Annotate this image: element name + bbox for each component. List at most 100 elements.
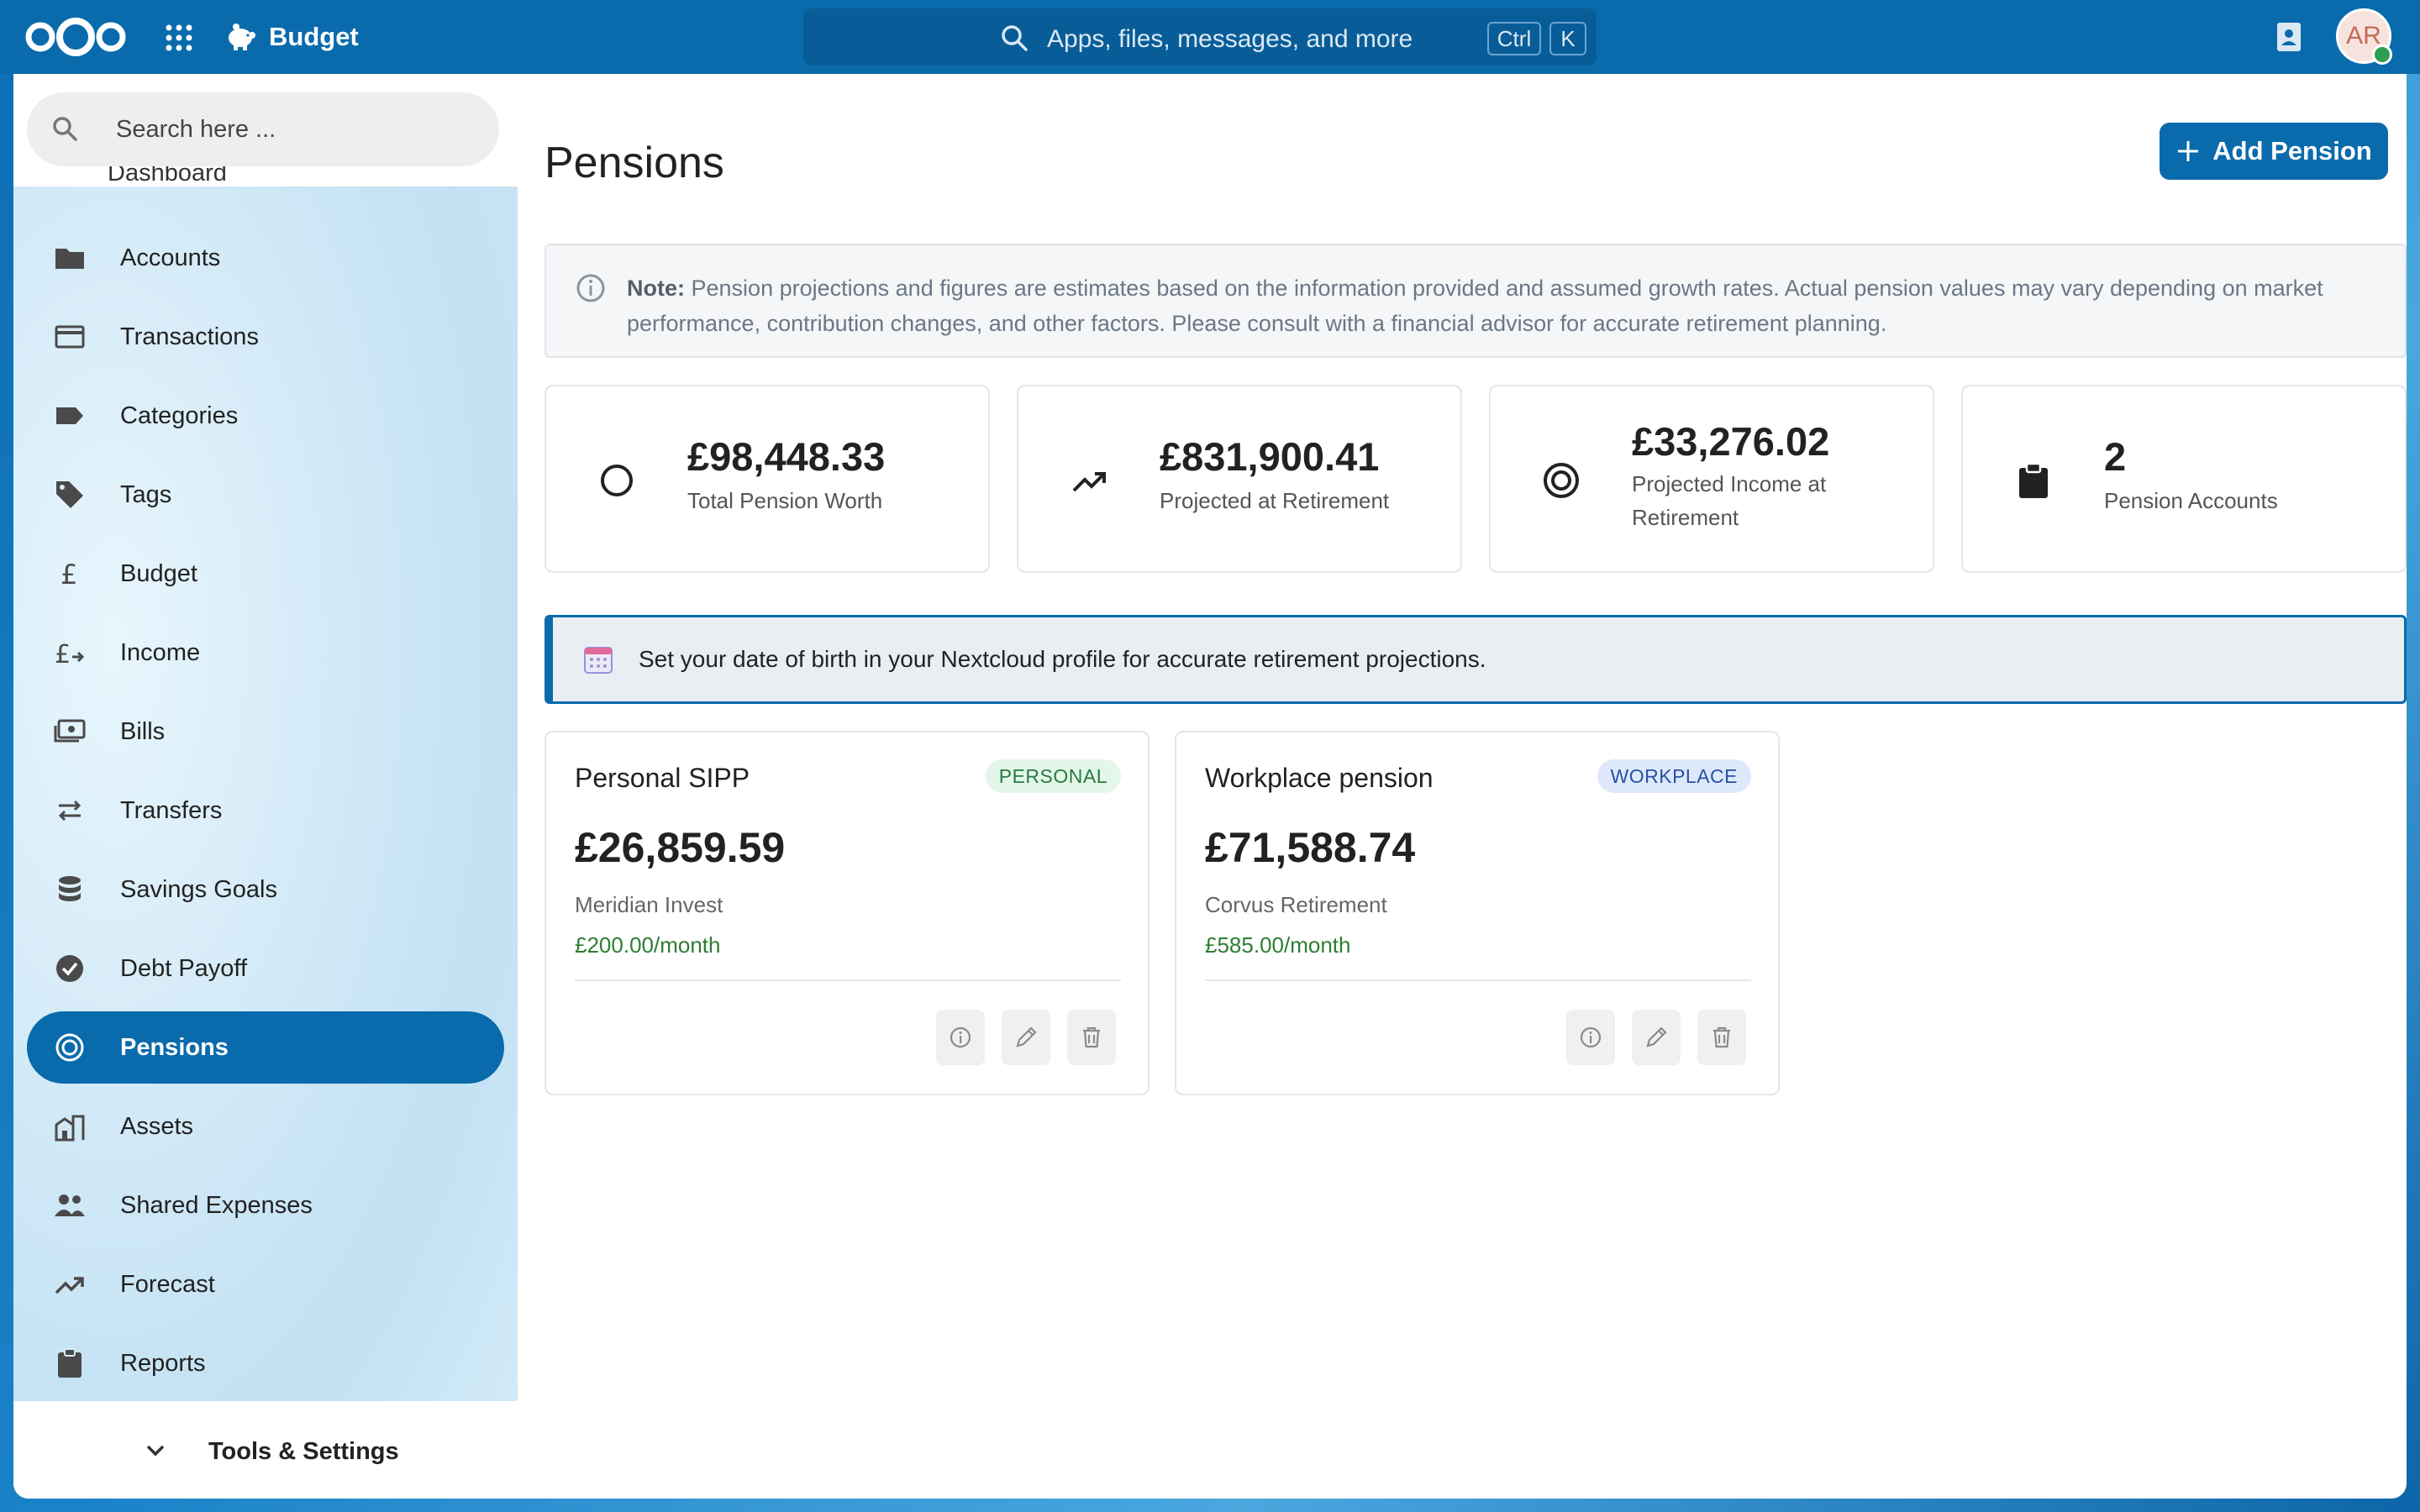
tools-settings-toggle[interactable]: Tools & Settings	[13, 1401, 518, 1499]
shortcut-k-key: K	[1549, 22, 1586, 55]
pension-value: £71,588.74	[1205, 824, 1416, 871]
check-circle-icon	[56, 955, 83, 982]
pension-value: £26,859.59	[575, 824, 786, 871]
pension-type-badge: WORKPLACE	[1597, 759, 1751, 793]
sidebar-item-forecast[interactable]: Forecast	[27, 1248, 504, 1320]
sidebar-item-income[interactable]: £ Income	[27, 617, 504, 689]
contacts-icon[interactable]	[2272, 20, 2306, 54]
stat-label: Pension Accounts	[2104, 488, 2278, 513]
plus-icon	[2178, 141, 2199, 161]
tag-icon	[56, 481, 83, 508]
sidebar-item-shared-expenses[interactable]: Shared Expenses	[27, 1169, 504, 1242]
app-launcher-budget[interactable]: Budget	[225, 20, 359, 54]
delete-button[interactable]	[1067, 1010, 1116, 1065]
sidebar-search-area: Search here ...	[13, 74, 518, 186]
details-button[interactable]	[1566, 1010, 1615, 1065]
nextcloud-logo-icon[interactable]	[24, 15, 128, 59]
sidebar-search-input[interactable]: Search here ...	[27, 92, 499, 166]
stat-label: Total Pension Worth	[687, 488, 883, 513]
sidebar-item-assets[interactable]: Assets	[27, 1090, 504, 1163]
sidebar-item-accounts[interactable]: Accounts	[27, 222, 504, 294]
sidebar-item-dashboard[interactable]: Dashboard	[108, 166, 227, 186]
sidebar-item-label: Savings Goals	[120, 876, 277, 903]
sidebar-item-label: Reports	[120, 1350, 206, 1377]
pension-card[interactable]: Workplace pension WORKPLACE £71,588.74 C…	[1175, 731, 1780, 1095]
pension-contribution: £585.00/month	[1205, 932, 1351, 958]
search-icon	[1002, 25, 1028, 51]
svg-text:£: £	[60, 559, 77, 590]
note-label: Note:	[627, 276, 685, 301]
stat-value: 2	[2104, 434, 2127, 479]
add-pension-label: Add Pension	[2212, 136, 2372, 165]
people-icon	[55, 1194, 85, 1216]
sidebar-item-pensions[interactable]: Pensions	[27, 1011, 504, 1084]
svg-text:£: £	[55, 640, 71, 669]
card-divider	[575, 979, 1121, 981]
sidebar-item-label: Shared Expenses	[120, 1192, 313, 1219]
sidebar-item-label: Assets	[120, 1113, 194, 1140]
date-of-birth-banner: Set your date of birth in your Nextcloud…	[544, 615, 2407, 704]
stat-value: £98,448.33	[687, 434, 886, 479]
details-button[interactable]	[936, 1010, 985, 1065]
main-content: Pensions Add Pension Note: Pension proje…	[518, 74, 2407, 1499]
pension-provider: Corvus Retirement	[1205, 892, 1387, 917]
apps-grid-icon[interactable]	[165, 24, 193, 52]
trending-up-icon	[55, 1277, 84, 1294]
sidebar-item-transactions[interactable]: Transactions	[27, 301, 504, 373]
edit-button[interactable]	[1002, 1010, 1050, 1065]
sidebar-item-budget[interactable]: £ Budget	[27, 538, 504, 610]
tools-settings-label: Tools & Settings	[208, 1438, 399, 1465]
target-icon	[55, 1033, 84, 1062]
stat-label: Projected at Retirement	[1160, 488, 1390, 513]
sidebar-item-label: Accounts	[120, 244, 221, 271]
sidebar-item-debt-payoff[interactable]: Debt Payoff	[27, 932, 504, 1005]
info-icon	[950, 1026, 971, 1048]
piggy-bank-icon	[229, 24, 255, 50]
sidebar-item-label: Categories	[120, 402, 239, 429]
unified-search-bar[interactable]: Apps, files, messages, and more Ctrl K	[803, 8, 1597, 66]
sidebar-item-label: Forecast	[120, 1271, 215, 1298]
note-text: Note: Pension projections and figures ar…	[627, 270, 2375, 341]
user-avatar[interactable]: AR	[2336, 8, 2392, 65]
swap-icon	[58, 800, 82, 822]
sidebar-item-tags[interactable]: Tags	[27, 459, 504, 531]
calendar-icon	[584, 647, 613, 674]
pension-provider: Meridian Invest	[575, 892, 723, 917]
delete-button[interactable]	[1697, 1010, 1746, 1065]
sidebar-item-label: Bills	[120, 718, 166, 745]
trash-icon	[1083, 1026, 1100, 1048]
pension-card[interactable]: Personal SIPP PERSONAL £26,859.59 Meridi…	[544, 731, 1150, 1095]
stat-card-projected-retirement: £831,900.41 Projected at Retirement	[1017, 385, 1462, 573]
stat-value: £831,900.41	[1160, 434, 1380, 479]
sidebar-item-categories[interactable]: Categories	[27, 380, 504, 452]
credit-card-icon	[55, 325, 85, 349]
clipboard-icon	[2019, 462, 2048, 498]
info-icon	[1580, 1026, 1602, 1048]
pension-name: Workplace pension	[1205, 763, 1434, 793]
trending-up-icon	[1072, 472, 1106, 492]
pound-plus-icon: £	[55, 640, 85, 669]
sidebar-item-transfers[interactable]: Transfers	[27, 774, 504, 847]
pension-type-badge: PERSONAL	[985, 759, 1121, 793]
pencil-icon	[1646, 1026, 1667, 1047]
add-pension-button[interactable]: Add Pension	[2160, 123, 2388, 180]
database-icon	[59, 876, 81, 901]
sidebar-item-reports[interactable]: Reports	[27, 1327, 504, 1399]
pound-icon: £	[60, 559, 77, 590]
note-body: Pension projections and figures are esti…	[627, 276, 2323, 336]
app-window: Search here ... Dashboard Accounts Trans…	[13, 74, 2407, 1499]
cash-icon	[54, 719, 86, 743]
building-icon	[55, 1115, 85, 1142]
banner-text: Set your date of birth in your Nextcloud…	[639, 646, 1486, 672]
sidebar-item-savings-goals[interactable]: Savings Goals	[27, 853, 504, 926]
sidebar-item-bills[interactable]: Bills	[27, 696, 504, 768]
pencil-icon	[1016, 1026, 1037, 1047]
sidebar-item-label: Budget	[120, 560, 197, 587]
info-icon	[576, 274, 605, 302]
edit-button[interactable]	[1632, 1010, 1681, 1065]
sidebar-item-label: Tags	[120, 481, 172, 508]
pension-name: Personal SIPP	[575, 763, 750, 793]
sidebar-item-label: Debt Payoff	[120, 955, 248, 982]
chevron-down-icon	[146, 1445, 165, 1457]
label-icon	[56, 407, 83, 424]
